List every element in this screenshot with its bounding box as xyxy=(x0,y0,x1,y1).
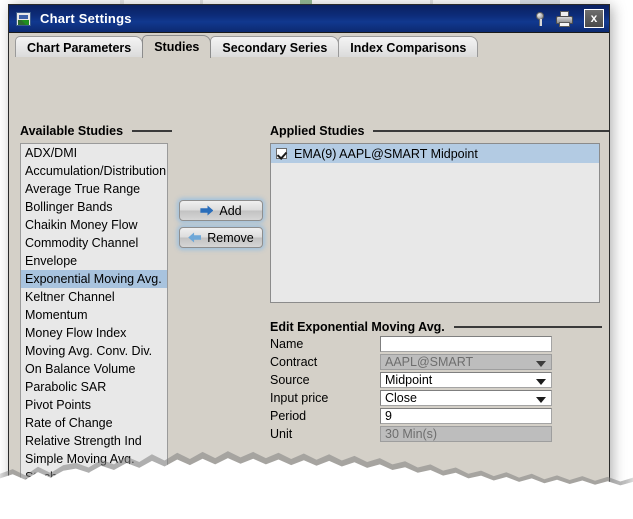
screenshot-stage: Chart Settings x Chart Parameters Studie… xyxy=(0,0,633,519)
arrow-left-icon xyxy=(188,232,201,243)
input-price-value: Close xyxy=(385,391,417,405)
list-item[interactable]: Momentum xyxy=(21,306,167,324)
input-price-label: Input price xyxy=(270,391,380,405)
field-row-unit: Unit 30 Min(s) xyxy=(270,426,600,442)
list-item[interactable]: Chaikin Money Flow xyxy=(21,216,167,234)
available-studies-label: Available Studies xyxy=(20,124,123,138)
list-item[interactable]: Pivot Points xyxy=(21,396,167,414)
list-item[interactable]: Moving Avg. Conv. Div. xyxy=(21,342,167,360)
tab-chart-parameters[interactable]: Chart Parameters xyxy=(15,36,143,58)
list-item[interactable]: ADX/DMI xyxy=(21,144,167,162)
source-value: Midpoint xyxy=(385,373,432,387)
pushpin-icon[interactable] xyxy=(533,11,547,27)
header-rule xyxy=(373,130,610,132)
source-label: Source xyxy=(270,373,380,387)
field-row-contract: Contract AAPL@SMART xyxy=(270,354,600,370)
source-dropdown[interactable]: Midpoint xyxy=(380,372,552,388)
unit-label: Unit xyxy=(270,427,380,441)
tab-strip: Chart Parameters Studies Secondary Serie… xyxy=(9,33,609,58)
list-item[interactable]: Relative Strength Ind xyxy=(21,432,167,450)
tab-index-comparisons[interactable]: Index Comparisons xyxy=(338,36,478,58)
period-label: Period xyxy=(270,409,380,423)
field-row-name: Name xyxy=(270,336,600,352)
window-titlebar: Chart Settings x xyxy=(9,5,609,33)
edit-study-header: Edit Exponential Moving Avg. xyxy=(270,320,602,334)
studies-panel: Available Studies ADX/DMI Accumulation/D… xyxy=(9,58,609,488)
edit-study-label: Edit Exponential Moving Avg. xyxy=(270,320,445,334)
printer-paper-out xyxy=(559,22,570,27)
applied-item-label: EMA(9) AAPL@SMART Midpoint xyxy=(294,147,478,161)
unit-field: 30 Min(s) xyxy=(380,426,552,442)
add-button-label: Add xyxy=(219,204,241,218)
list-item[interactable]: Envelope xyxy=(21,252,167,270)
list-item[interactable]: Rate of Change xyxy=(21,414,167,432)
checkbox-checked-icon[interactable] xyxy=(276,148,287,159)
add-button[interactable]: Add xyxy=(179,200,263,221)
contract-value: AAPL@SMART xyxy=(385,355,473,369)
transfer-buttons: Add Remove xyxy=(179,200,265,254)
remove-button[interactable]: Remove xyxy=(179,227,263,248)
available-studies-list[interactable]: ADX/DMI Accumulation/Distribution Averag… xyxy=(20,143,168,488)
contract-label: Contract xyxy=(270,355,380,369)
list-item[interactable]: Bollinger Bands xyxy=(21,198,167,216)
chart-icon xyxy=(16,12,31,26)
list-item[interactable]: Average True Range xyxy=(21,180,167,198)
list-item[interactable]: Accumulation/Distribution xyxy=(21,162,167,180)
remove-button-label: Remove xyxy=(207,231,254,245)
applied-studies-list[interactable]: EMA(9) AAPL@SMART Midpoint xyxy=(270,143,600,303)
window-title: Chart Settings xyxy=(40,11,132,26)
list-item-selected[interactable]: Exponential Moving Avg. xyxy=(21,270,167,288)
pushpin-needle xyxy=(539,19,542,26)
list-item[interactable]: Money Flow Index xyxy=(21,324,167,342)
name-input[interactable] xyxy=(380,336,552,352)
field-row-period: Period 9 xyxy=(270,408,600,424)
titlebar-buttons: x xyxy=(533,5,604,32)
chart-settings-window: Chart Settings x Chart Parameters Studie… xyxy=(8,4,610,488)
field-row-input-price: Input price Close xyxy=(270,390,600,406)
contract-dropdown: AAPL@SMART xyxy=(380,354,552,370)
list-item[interactable]: Commodity Channel xyxy=(21,234,167,252)
tab-secondary-series[interactable]: Secondary Series xyxy=(210,36,339,58)
list-item[interactable]: Keltner Channel xyxy=(21,288,167,306)
list-item[interactable]: On Balance Volume xyxy=(21,360,167,378)
tab-studies[interactable]: Studies xyxy=(142,35,211,58)
arrow-right-icon xyxy=(200,205,213,216)
edit-study-form: Name Contract AAPL@SMART Source Midpoint xyxy=(270,336,600,444)
header-rule xyxy=(132,130,172,132)
chevron-down-icon xyxy=(536,397,546,403)
applied-studies-label: Applied Studies xyxy=(270,124,364,138)
field-row-source: Source Midpoint xyxy=(270,372,600,388)
printer-icon[interactable] xyxy=(556,11,573,27)
header-rule xyxy=(454,326,602,328)
tab-strip-filler xyxy=(477,35,609,58)
close-button[interactable]: x xyxy=(584,9,604,28)
chevron-down-icon xyxy=(536,361,546,367)
applied-list-item[interactable]: EMA(9) AAPL@SMART Midpoint xyxy=(271,144,599,163)
period-input[interactable]: 9 xyxy=(380,408,552,424)
input-price-dropdown[interactable]: Close xyxy=(380,390,552,406)
applied-studies-header: Applied Studies xyxy=(270,124,610,138)
name-label: Name xyxy=(270,337,380,351)
chevron-down-icon xyxy=(536,379,546,385)
list-item[interactable]: Parabolic SAR xyxy=(21,378,167,396)
available-studies-header: Available Studies xyxy=(20,124,172,138)
